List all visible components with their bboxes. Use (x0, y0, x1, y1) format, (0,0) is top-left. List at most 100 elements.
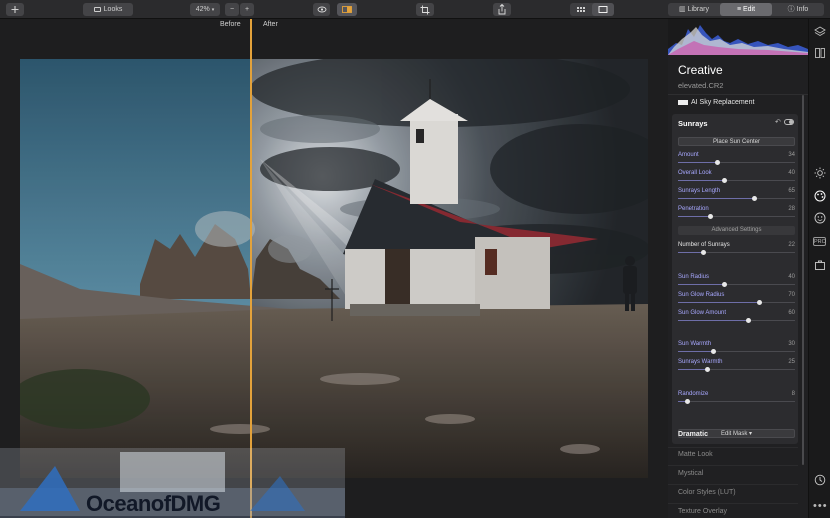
slider-number-of-sunrays[interactable]: Number of Sunrays 22 (678, 242, 795, 256)
slider-value: 22 (788, 242, 795, 248)
slider-knob[interactable] (705, 367, 710, 372)
sunrays-card: Sunrays ↶ Place Sun Center Amount 34 Overa… (672, 114, 798, 444)
tab-library[interactable]: ▥ Library (668, 3, 720, 16)
slider-sun-warmth[interactable]: Sun Warmth 30 (678, 341, 795, 355)
slider-value: 40 (788, 170, 795, 176)
landscape-photo (20, 59, 648, 478)
ai-sky-replacement-item[interactable]: AI Sky Replacement (678, 99, 754, 106)
share-button[interactable] (493, 3, 511, 16)
slider-knob[interactable] (715, 160, 720, 165)
slider-fill (678, 284, 725, 285)
slider-label: Number of Sunrays (678, 242, 730, 248)
slider-label: Sun Glow Radius (678, 292, 725, 298)
more-icon[interactable]: ••• (813, 499, 827, 513)
briefcase-icon[interactable] (813, 259, 827, 273)
after-label: After (263, 21, 278, 28)
slider-fill (678, 302, 760, 303)
slider-knob[interactable] (722, 282, 727, 287)
slider-knob[interactable] (685, 399, 690, 404)
slider-sun-radius[interactable]: Sun Radius 40 (678, 274, 795, 288)
tool-icon-bar: PRO ••• (808, 19, 830, 518)
compare-panels-icon[interactable] (813, 47, 827, 61)
slider-label: Sun Warmth (678, 341, 712, 347)
slider-knob[interactable] (711, 349, 716, 354)
slider-fill (678, 351, 713, 352)
slider-knob[interactable] (757, 300, 762, 305)
slider-label: Overall Look (678, 170, 712, 176)
looks-label: Looks (103, 6, 123, 13)
zoom-in-button[interactable]: + (240, 3, 254, 16)
slider-overall-look[interactable]: Overall Look 40 (678, 170, 795, 184)
palette-icon[interactable] (813, 190, 827, 204)
sun-icon[interactable] (813, 167, 827, 181)
slider-track[interactable] (678, 401, 795, 402)
single-view-button[interactable] (592, 3, 614, 16)
slider-penetration[interactable]: Penetration 28 (678, 206, 795, 220)
histogram (668, 19, 808, 55)
tab-edit-label: Edit (742, 6, 756, 13)
compare-button[interactable] (337, 3, 357, 16)
filter-matte-look[interactable]: Matte Look (678, 451, 713, 458)
sky-swatch-icon (678, 99, 688, 105)
slider-fill (678, 180, 725, 181)
library-icon: ▥ (679, 6, 688, 13)
slider-knob[interactable] (722, 178, 727, 183)
slider-sunrays-warmth[interactable]: Sunrays Warmth 25 (678, 359, 795, 373)
slider-value: 8 (791, 391, 795, 397)
single-image-icon (598, 6, 608, 13)
advanced-settings-button[interactable]: Advanced Settings (678, 226, 795, 235)
slider-sun-glow-amount[interactable]: Sun Glow Amount 60 (678, 310, 795, 324)
add-button[interactable] (6, 3, 24, 16)
crop-button[interactable] (416, 3, 434, 16)
share-icon (498, 3, 506, 15)
chevron-down-icon: ▾ (211, 7, 215, 13)
compare-split-icon (342, 6, 352, 13)
tab-library-label: Library (687, 6, 709, 13)
panel-scrollbar[interactable] (802, 95, 804, 465)
divider (668, 484, 798, 485)
filter-mystical[interactable]: Mystical (678, 470, 703, 477)
slider-knob[interactable] (746, 318, 751, 323)
reset-icon[interactable]: ↶ (775, 118, 781, 126)
slider-knob[interactable] (708, 214, 713, 219)
file-name: elevated.CR2 (678, 81, 724, 90)
slider-value: 40 (788, 274, 795, 280)
preview-toggle-button[interactable] (313, 3, 330, 16)
zoom-out-button[interactable]: − (225, 3, 239, 16)
history-clock-icon[interactable] (813, 474, 827, 488)
grid-view-button[interactable] (570, 3, 592, 16)
watermark-text: OceanofDMG (86, 491, 221, 516)
place-sun-center-button[interactable]: Place Sun Center (678, 137, 795, 146)
slider-sunrays-length[interactable]: Sunrays Length 65 (678, 188, 795, 202)
looks-button[interactable]: Looks (83, 3, 133, 16)
slider-value: 70 (788, 292, 795, 298)
tab-info[interactable]: ⓘ Info (772, 3, 824, 16)
filter-color-styles[interactable]: Color Styles (LUT) (678, 489, 736, 496)
slider-randomize[interactable]: Randomize 8 (678, 391, 795, 405)
slider-value: 28 (788, 206, 795, 212)
tab-info-label: Info (796, 6, 809, 13)
slider-amount[interactable]: Amount 34 (678, 152, 795, 166)
tab-edit[interactable]: ≡ Edit (720, 3, 772, 16)
slider-fill (678, 320, 748, 321)
smile-icon[interactable] (813, 212, 827, 226)
looks-icon (93, 6, 101, 12)
filter-texture-overlay[interactable]: Texture Overlay (678, 508, 727, 515)
edit-panel: Creative elevated.CR2 AI Sky Replacement… (668, 19, 808, 518)
slider-sun-glow-radius[interactable]: Sun Glow Radius 70 (678, 292, 795, 306)
pro-icon[interactable]: PRO (813, 237, 826, 246)
slider-knob[interactable] (752, 196, 757, 201)
info-icon: ⓘ (787, 6, 797, 13)
toggle-visibility-icon[interactable] (784, 119, 794, 125)
slider-knob[interactable] (701, 250, 706, 255)
histogram-graph (668, 25, 808, 55)
slider-fill (678, 162, 718, 163)
filter-dramatic[interactable]: Dramatic (678, 431, 708, 438)
top-toolbar: Looks 42% ▾ − + ▥ Library ≡ Edit ⓘ Info (0, 0, 830, 19)
photo-preview[interactable] (20, 59, 648, 478)
zoom-value: 42% (195, 6, 210, 13)
slider-label: Sun Radius (678, 274, 710, 280)
layers-icon[interactable] (813, 26, 827, 40)
zoom-select[interactable]: 42% ▾ (190, 3, 220, 16)
divider (668, 94, 808, 95)
